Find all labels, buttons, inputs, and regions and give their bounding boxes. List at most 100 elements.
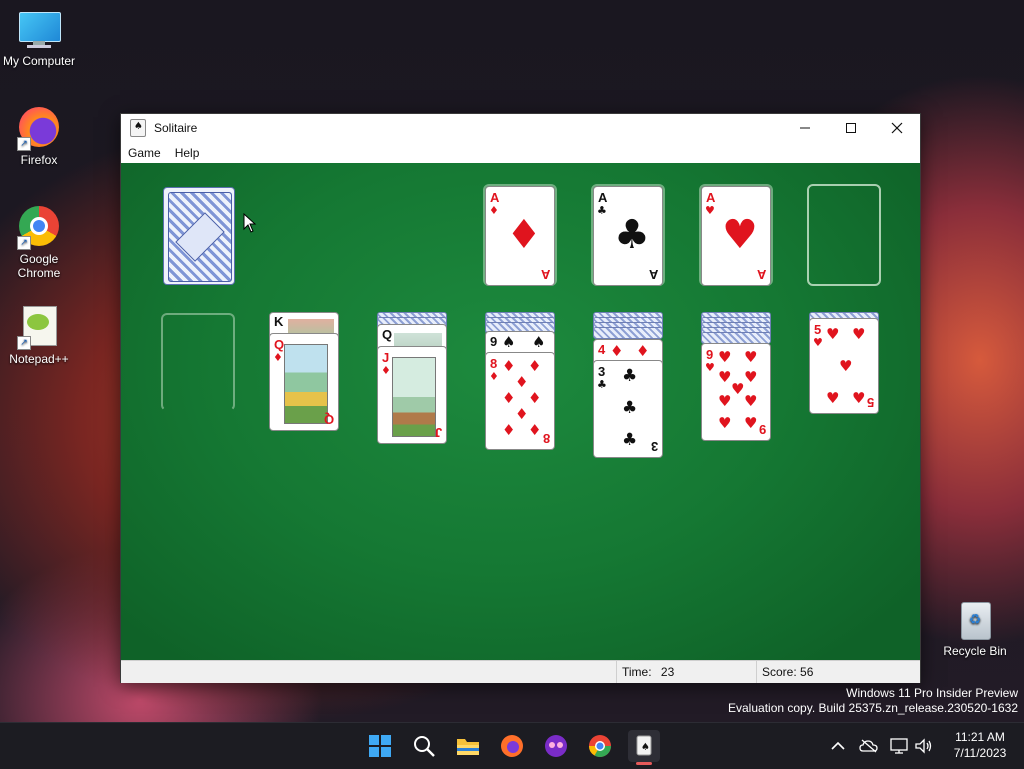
score-label: Score: <box>762 665 797 679</box>
desktop-icon-recycle-bin[interactable]: ♻ Recycle Bin <box>937 598 1013 658</box>
heart-icon: ♥ <box>722 212 758 258</box>
card-suit-icon: ♦ <box>489 370 499 383</box>
menu-help[interactable]: Help <box>168 146 207 160</box>
foundation-card-3[interactable]: A ♥ ♥ A <box>701 186 771 286</box>
tableau-4-card-eight[interactable]: 8 ♦ ♦ ♦ ♦ ♦ ♦ ♦ ♦ ♦ 8 <box>485 352 555 450</box>
game-board[interactable]: A ♦ ♦ A A ♣ ♣ A A ♥ ♥ A K Q ♦ Q Q J ♦ J … <box>121 163 920 660</box>
diamond-icon: ♦ <box>528 421 542 439</box>
taskbar-solitaire[interactable]: ♠ <box>628 730 660 765</box>
tableau-slot-1-empty[interactable] <box>161 313 235 411</box>
active-app-indicator <box>636 762 652 765</box>
card-rank-bottom: J <box>434 425 442 440</box>
diamond-icon: ♦ <box>506 212 542 258</box>
menu-bar: Game Help <box>121 142 920 163</box>
heart-icon: ♥ <box>839 357 853 375</box>
desktop-icon-label: Google Chrome <box>17 252 61 280</box>
status-time: Time: 23 <box>616 661 752 683</box>
desktop-icon-google-chrome[interactable]: ↗ Google Chrome <box>1 204 77 280</box>
chrome-icon <box>589 735 611 757</box>
show-hidden-icons-button[interactable] <box>822 730 854 762</box>
maximize-button[interactable] <box>828 114 874 142</box>
taskbar-media-app[interactable] <box>540 730 572 762</box>
club-icon: ♣ <box>622 430 638 450</box>
heart-icon: ♥ <box>744 348 758 366</box>
card-rank-bottom: 8 <box>542 431 550 446</box>
foundation-card-2[interactable]: A ♣ ♣ A <box>593 186 663 286</box>
minimize-button[interactable] <box>782 114 828 142</box>
tableau-7-card-five[interactable]: 5 ♥ ♥ ♥ ♥ ♥ ♥ 5 <box>809 318 879 414</box>
clock-date: 7/11/2023 <box>953 746 1007 760</box>
desktop-icon-my-computer[interactable]: My Computer <box>1 10 77 68</box>
title-bar[interactable]: ♠ Solitaire <box>121 114 920 142</box>
jack-artwork <box>392 357 436 437</box>
watermark-line-2: Evaluation copy. Build 25375.zn_release.… <box>728 701 1018 715</box>
card-rank: Q <box>382 327 393 342</box>
tableau-2-card-queen[interactable]: Q ♦ Q <box>269 333 339 431</box>
taskbar-search-button[interactable] <box>408 730 440 762</box>
heart-icon: ♥ <box>744 414 758 432</box>
foundation-slot-4-empty[interactable] <box>807 184 881 286</box>
taskbar-clock[interactable]: 11:21 AM 7/11/2023 <box>944 729 1016 761</box>
desktop-icon-label: Recycle Bin <box>943 644 1007 658</box>
card-rank-bottom: 3 <box>650 439 658 454</box>
solitaire-cards-icon: ♠ <box>636 735 652 756</box>
heart-icon: ♥ <box>744 368 758 386</box>
close-button[interactable] <box>874 114 920 142</box>
spade-icon: ♠ <box>502 333 516 351</box>
firefox-icon <box>501 735 523 757</box>
desktop-icon-label: Notepad++ <box>9 352 69 366</box>
club-icon: ♣ <box>614 212 650 258</box>
diamond-icon: ♦ <box>528 357 542 375</box>
start-button[interactable] <box>364 730 396 762</box>
card-suit-icon: ♦ <box>381 364 391 377</box>
menu-game[interactable]: Game <box>121 146 168 160</box>
maximize-icon <box>846 123 856 133</box>
card-suit-icon: ♥ <box>705 361 715 374</box>
volume-tray-icon[interactable] <box>908 730 940 762</box>
time-value: 23 <box>660 665 675 679</box>
desktop-icon-notepad-plus-plus[interactable]: ↗ Notepad++ <box>1 304 77 366</box>
card-rank: 4 <box>598 342 606 357</box>
taskbar-file-explorer[interactable] <box>452 730 484 762</box>
heart-icon: ♥ <box>718 348 732 366</box>
solitaire-window: ♠ Solitaire Game Help A ♦ ♦ A A ♣ ♣ A A … <box>120 113 921 683</box>
card-rank-bottom: Q <box>323 412 334 427</box>
taskbar: ♠ 11:21 AM 7/11/2023 <box>0 722 1024 769</box>
folder-icon <box>457 739 479 755</box>
solitaire-app-icon: ♠ <box>130 119 146 137</box>
onedrive-tray-icon[interactable] <box>853 730 885 762</box>
window-title: Solitaire <box>154 121 198 135</box>
diamond-icon: ♦ <box>502 421 516 439</box>
heart-icon: ♥ <box>852 389 866 407</box>
tableau-3-card-jack[interactable]: J ♦ J <box>377 346 447 444</box>
diamond-icon: ♦ <box>610 342 624 360</box>
desktop-icon-firefox[interactable]: ↗ Firefox <box>1 105 77 167</box>
score-value: 56 <box>800 665 814 679</box>
card-rank-bottom: A <box>648 267 658 282</box>
foundation-card-1[interactable]: A ♦ ♦ A <box>485 186 555 286</box>
card-rank: 9 <box>490 334 498 349</box>
windows-logo-icon <box>369 735 391 757</box>
heart-icon: ♥ <box>826 325 840 343</box>
card-rank-bottom: 5 <box>866 395 874 410</box>
recycle-bin-icon: ♻ <box>957 598 993 640</box>
status-bar: Time: 23 Score: 56 <box>121 660 920 683</box>
desktop-icon-label: My Computer <box>2 54 76 68</box>
media-app-icon <box>545 735 567 757</box>
tableau-6-card-nine[interactable]: 9 ♥ ♥ ♥ ♥ ♥ ♥ ♥ ♥ ♥ ♥ 9 <box>701 343 771 441</box>
heart-icon: ♥ <box>852 325 866 343</box>
mouse-cursor-icon <box>243 213 257 233</box>
card-rank-bottom: A <box>756 267 766 282</box>
club-icon: ♣ <box>622 398 638 418</box>
stock-pile[interactable] <box>163 187 235 285</box>
card-suit-icon: ♣ <box>597 204 607 217</box>
taskbar-firefox[interactable] <box>496 730 528 762</box>
network-icon <box>890 738 908 754</box>
svg-text:♠: ♠ <box>641 742 650 753</box>
taskbar-chrome[interactable] <box>584 730 616 762</box>
diamond-icon: ♦ <box>515 405 529 423</box>
card-suit-icon: ♣ <box>597 378 607 391</box>
monitor-icon <box>17 10 61 50</box>
tableau-5-card-three[interactable]: 3 ♣ ♣ ♣ ♣ 3 <box>593 360 663 458</box>
speaker-icon <box>915 738 932 754</box>
